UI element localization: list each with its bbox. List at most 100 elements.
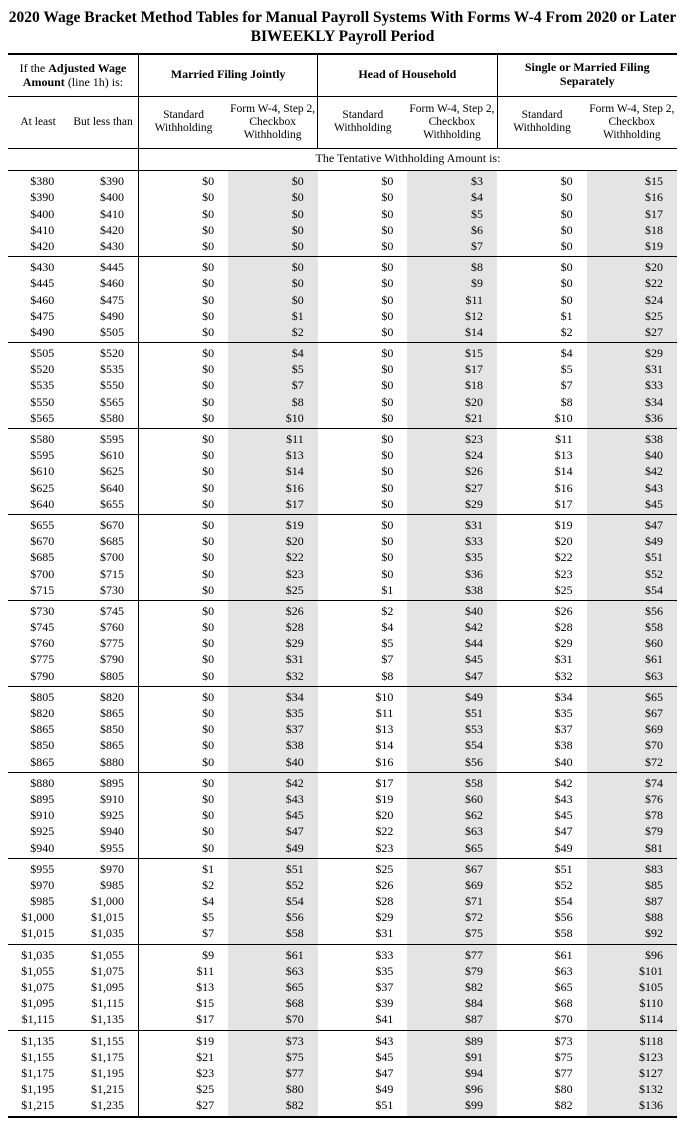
table-cell: $82: [497, 1097, 587, 1116]
table-cell: $49: [587, 533, 677, 549]
table-cell: $37: [228, 721, 318, 737]
table-cell: $23: [407, 429, 497, 448]
table-cell: $1: [138, 858, 228, 877]
table-cell: $101: [587, 963, 677, 979]
table-cell: $27: [138, 1097, 228, 1116]
table-cell: $0: [138, 343, 228, 362]
table-cell: $745: [68, 600, 138, 619]
table-cell: $29: [407, 496, 497, 515]
table-row: $410$420$0$0$0$6$0$18: [8, 222, 677, 238]
table-cell: $99: [407, 1097, 497, 1116]
table-row: $700$715$0$23$0$36$23$52: [8, 566, 677, 582]
table-cell: $940: [68, 823, 138, 839]
table-cell: $72: [587, 754, 677, 773]
table-cell: $1,135: [8, 1030, 68, 1049]
table-cell: $12: [407, 308, 497, 324]
table-cell: $1,155: [8, 1049, 68, 1065]
table-row: $1,000$1,015$5$56$29$72$56$88: [8, 909, 677, 925]
table-row: $400$410$0$0$0$5$0$17: [8, 206, 677, 222]
table-row: $955$970$1$51$25$67$51$83: [8, 858, 677, 877]
table-row: $790$805$0$32$8$47$32$63: [8, 668, 677, 687]
table-cell: $0: [138, 377, 228, 393]
table-cell: $505: [68, 324, 138, 343]
table-cell: $0: [318, 410, 408, 429]
table-row: $775$790$0$31$7$45$31$61: [8, 651, 677, 667]
table-cell: $39: [318, 995, 408, 1011]
table-cell: $11: [138, 963, 228, 979]
table-cell: $2: [138, 877, 228, 893]
table-cell: $29: [587, 343, 677, 362]
table-cell: $400: [8, 206, 68, 222]
table-cell: $535: [68, 361, 138, 377]
table-cell: $51: [228, 858, 318, 877]
table-cell: $410: [68, 206, 138, 222]
table-cell: $29: [497, 635, 587, 651]
table-cell: $0: [138, 238, 228, 257]
table-cell: $24: [587, 292, 677, 308]
table-row: $595$610$0$13$0$24$13$40: [8, 447, 677, 463]
table-cell: $1,095: [68, 979, 138, 995]
table-row: $655$670$0$19$0$31$19$47: [8, 514, 677, 533]
table-cell: $790: [68, 651, 138, 667]
table-cell: $70: [587, 737, 677, 753]
table-cell: $45: [497, 807, 587, 823]
table-cell: $61: [497, 944, 587, 963]
table-cell: $0: [318, 463, 408, 479]
table-cell: $16: [587, 189, 677, 205]
table-cell: $5: [407, 206, 497, 222]
table-cell: $54: [228, 893, 318, 909]
table-cell: $0: [138, 668, 228, 687]
table-cell: $3: [407, 171, 497, 190]
table-cell: $410: [8, 222, 68, 238]
table-cell: $33: [407, 533, 497, 549]
table-cell: $715: [68, 566, 138, 582]
table-cell: $1,155: [68, 1030, 138, 1049]
table-cell: $51: [407, 705, 497, 721]
table-cell: $60: [587, 635, 677, 651]
table-cell: $49: [228, 840, 318, 859]
table-cell: $85: [587, 877, 677, 893]
table-cell: $0: [138, 772, 228, 791]
table-cell: $0: [497, 275, 587, 291]
table-cell: $62: [407, 807, 497, 823]
table-cell: $895: [8, 791, 68, 807]
table-cell: $0: [228, 292, 318, 308]
table-cell: $1,000: [68, 893, 138, 909]
table-cell: $80: [497, 1081, 587, 1097]
table-cell: $74: [587, 772, 677, 791]
table-cell: $685: [68, 533, 138, 549]
table-cell: $0: [318, 222, 408, 238]
table-cell: $1: [318, 582, 408, 601]
table-row: $535$550$0$7$0$18$7$33: [8, 377, 677, 393]
table-cell: $390: [68, 171, 138, 190]
table-cell: $0: [318, 324, 408, 343]
table-cell: $26: [228, 600, 318, 619]
table-cell: $17: [318, 772, 408, 791]
table-cell: $0: [138, 429, 228, 448]
table-cell: $760: [68, 619, 138, 635]
table-cell: $730: [68, 582, 138, 601]
table-cell: $910: [68, 791, 138, 807]
table-cell: $390: [8, 189, 68, 205]
table-cell: $34: [228, 686, 318, 705]
table-row: $925$940$0$47$22$63$47$79: [8, 823, 677, 839]
table-cell: $0: [318, 206, 408, 222]
table-row: $760$775$0$29$5$44$29$60: [8, 635, 677, 651]
table-cell: $87: [587, 893, 677, 909]
table-cell: $43: [228, 791, 318, 807]
table-row: $390$400$0$0$0$4$0$16: [8, 189, 677, 205]
table-cell: $45: [587, 496, 677, 515]
table-cell: $15: [138, 995, 228, 1011]
table-cell: $7: [138, 925, 228, 944]
table-cell: $22: [228, 549, 318, 565]
table-cell: $0: [318, 533, 408, 549]
table-cell: $775: [68, 635, 138, 651]
table-cell: $75: [228, 1049, 318, 1065]
table-cell: $63: [407, 823, 497, 839]
table-cell: $730: [8, 600, 68, 619]
table-cell: $790: [8, 668, 68, 687]
header-smfs: Single or Married Filing Separately: [497, 54, 677, 96]
table-cell: $0: [497, 292, 587, 308]
table-cell: $1,195: [68, 1065, 138, 1081]
table-cell: $42: [228, 772, 318, 791]
